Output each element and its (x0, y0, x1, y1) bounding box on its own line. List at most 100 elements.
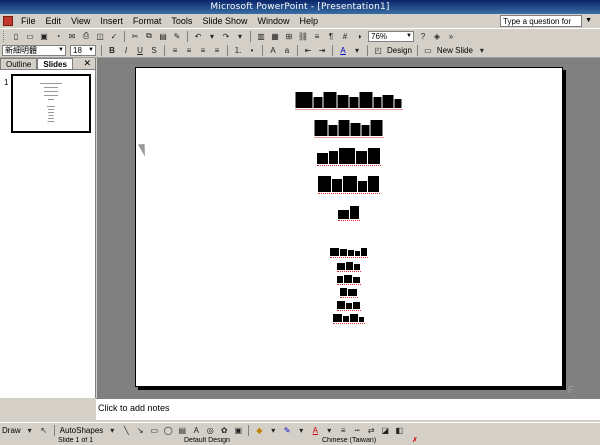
cut-icon[interactable]: ✂ (129, 30, 141, 42)
slide-text-line[interactable] (295, 92, 403, 110)
align-right-icon[interactable]: ≡ (197, 44, 209, 56)
dash-style-icon[interactable]: ┅ (351, 424, 363, 436)
undo-dropdown-icon[interactable]: ▾ (206, 30, 218, 42)
copy-icon[interactable]: ⧉ (143, 30, 155, 42)
bullets-icon[interactable]: • (246, 44, 258, 56)
new-slide-icon[interactable]: ▭ (422, 44, 434, 56)
insert-hyperlink-icon[interactable]: ⛓ (297, 30, 309, 42)
draw-dropdown-icon[interactable]: ▾ (24, 424, 36, 436)
research-icon[interactable]: ◈ (431, 30, 443, 42)
spelling-status-icon[interactable]: ✗ (408, 437, 422, 445)
slide-text-line[interactable] (317, 148, 381, 166)
save-icon[interactable]: ▣ (38, 30, 50, 42)
fill-color-icon[interactable]: ◆ (253, 424, 265, 436)
arrow-style-icon[interactable]: ⇄ (365, 424, 377, 436)
insert-table-icon[interactable]: ▦ (269, 30, 281, 42)
menu-file[interactable]: File (16, 14, 41, 29)
shadow-style-icon[interactable]: ◪ (379, 424, 391, 436)
powerpoint-icon[interactable] (3, 16, 13, 26)
tables-borders-icon[interactable]: ⊞ (283, 30, 295, 42)
menu-insert[interactable]: Insert (95, 14, 128, 29)
notes-pane[interactable]: Click to add notes (96, 398, 600, 420)
font-color-dropdown-icon[interactable]: ▾ (351, 44, 363, 56)
increase-font-icon[interactable]: A (267, 44, 279, 56)
3d-style-icon[interactable]: ◧ (393, 424, 405, 436)
diagram-icon[interactable]: ◎ (204, 424, 216, 436)
format-painter-icon[interactable]: ✎ (171, 30, 183, 42)
permission-icon[interactable]: ◔ (52, 30, 64, 42)
new-slide-button[interactable]: New Slide (435, 46, 475, 55)
bold-icon[interactable]: B (106, 44, 118, 56)
print-icon[interactable]: ⎙ (80, 30, 92, 42)
textbox-icon[interactable]: ▤ (176, 424, 188, 436)
slide-text-line[interactable] (330, 248, 368, 258)
justify-icon[interactable]: ≡ (211, 44, 223, 56)
rectangle-icon[interactable]: ▭ (148, 424, 160, 436)
line-style-icon[interactable]: ≡ (337, 424, 349, 436)
slide-text-line[interactable] (318, 176, 380, 194)
slide-text-line[interactable] (333, 314, 365, 324)
toolbar-grip[interactable] (3, 30, 6, 42)
slide-text-line[interactable] (337, 262, 361, 272)
align-left-icon[interactable]: ≡ (169, 44, 181, 56)
select-objects-icon[interactable]: ↖ (38, 424, 50, 436)
increase-indent-icon[interactable]: ⇥ (316, 44, 328, 56)
slide-text-line[interactable] (314, 120, 384, 138)
undo-icon[interactable]: ↶ (192, 30, 204, 42)
slide[interactable] (135, 67, 563, 387)
font-color-icon[interactable]: A (337, 44, 349, 56)
oval-icon[interactable]: ◯ (162, 424, 174, 436)
spelling-icon[interactable]: ✓ (108, 30, 120, 42)
decrease-font-icon[interactable]: a (281, 44, 293, 56)
slide-thumbnail[interactable] (11, 74, 91, 133)
slide-text-line[interactable] (340, 288, 358, 298)
arrow-icon[interactable]: ↘ (134, 424, 146, 436)
help-dropdown-icon[interactable]: ▼ (585, 17, 592, 24)
autoshapes-dropdown-icon[interactable]: ▾ (106, 424, 118, 436)
draw-font-color-icon[interactable]: A (309, 424, 321, 436)
italic-icon[interactable]: I (120, 44, 132, 56)
fill-color-dropdown-icon[interactable]: ▾ (267, 424, 279, 436)
print-preview-icon[interactable]: ◫ (94, 30, 106, 42)
slide-text-line[interactable] (338, 206, 360, 221)
numbering-icon[interactable]: ⒈ (232, 44, 244, 56)
zoom-select[interactable]: 76% ▼ (368, 30, 414, 42)
draw-font-color-dropdown-icon[interactable]: ▾ (323, 424, 335, 436)
paste-icon[interactable]: ▤ (157, 30, 169, 42)
draw-menu-button[interactable]: Draw (0, 426, 23, 435)
line-color-dropdown-icon[interactable]: ▾ (295, 424, 307, 436)
autoshapes-button[interactable]: AutoShapes (58, 426, 106, 435)
color-grayscale-icon[interactable]: ◑ (353, 30, 365, 42)
shadow-icon[interactable]: S (148, 44, 160, 56)
menu-edit[interactable]: Edit (41, 14, 67, 29)
redo-icon[interactable]: ↷ (220, 30, 232, 42)
design-button[interactable]: Design (385, 46, 414, 55)
menu-slide-show[interactable]: Slide Show (197, 14, 252, 29)
wordart-icon[interactable]: A (190, 424, 202, 436)
line-color-icon[interactable]: ✎ (281, 424, 293, 436)
clipart-icon[interactable]: ✿ (218, 424, 230, 436)
design-icon[interactable]: ◰ (372, 44, 384, 56)
align-center-icon[interactable]: ≡ (183, 44, 195, 56)
menu-view[interactable]: View (66, 14, 95, 29)
show-grid-icon[interactable]: # (339, 30, 351, 42)
show-formatting-icon[interactable]: ¶ (325, 30, 337, 42)
menu-format[interactable]: Format (128, 14, 167, 29)
underline-icon[interactable]: U (134, 44, 146, 56)
formatting-options-icon[interactable]: ▾ (476, 44, 488, 56)
tab-outline[interactable]: Outline (0, 58, 38, 69)
decrease-indent-icon[interactable]: ⇤ (302, 44, 314, 56)
redo-dropdown-icon[interactable]: ▾ (234, 30, 246, 42)
new-icon[interactable]: ▯ (10, 30, 22, 42)
toolbar-options-icon[interactable]: » (445, 30, 457, 42)
insert-picture-icon[interactable]: ▣ (232, 424, 244, 436)
font-size-select[interactable]: 18 ▼ (70, 44, 96, 56)
help-question-input[interactable]: Type a question for help (500, 15, 582, 37)
slide-editing-area[interactable]: F (97, 58, 600, 398)
insert-chart-icon[interactable]: ▥ (255, 30, 267, 42)
menu-tools[interactable]: Tools (166, 14, 197, 29)
email-icon[interactable]: ✉ (66, 30, 78, 42)
close-pane-icon[interactable]: ✕ (83, 58, 91, 69)
open-icon[interactable]: ▭ (24, 30, 36, 42)
tab-slides[interactable]: Slides (37, 58, 73, 69)
